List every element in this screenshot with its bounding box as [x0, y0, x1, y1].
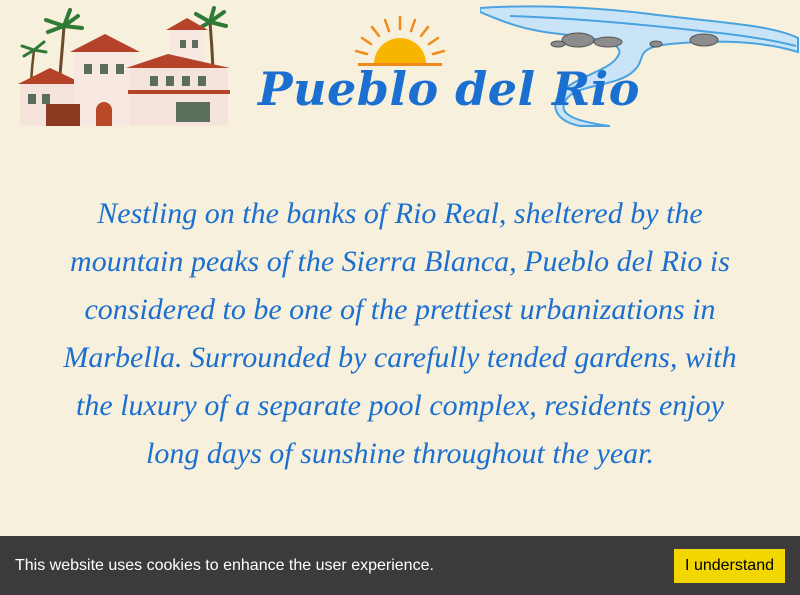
cookie-banner: This website uses cookies to enhance the…: [0, 536, 800, 595]
site-header: Pueblo del Rio: [0, 0, 800, 135]
site-title[interactable]: Pueblo del Rio: [258, 62, 640, 116]
sunrise-icon: [354, 15, 446, 66]
cookie-message: This website uses cookies to enhance the…: [15, 556, 434, 574]
villa-illustration: [18, 6, 230, 127]
intro-paragraph: Nestling on the banks of Rio Real, shelt…: [63, 197, 737, 470]
cookie-accept-button[interactable]: I understand: [674, 548, 785, 583]
